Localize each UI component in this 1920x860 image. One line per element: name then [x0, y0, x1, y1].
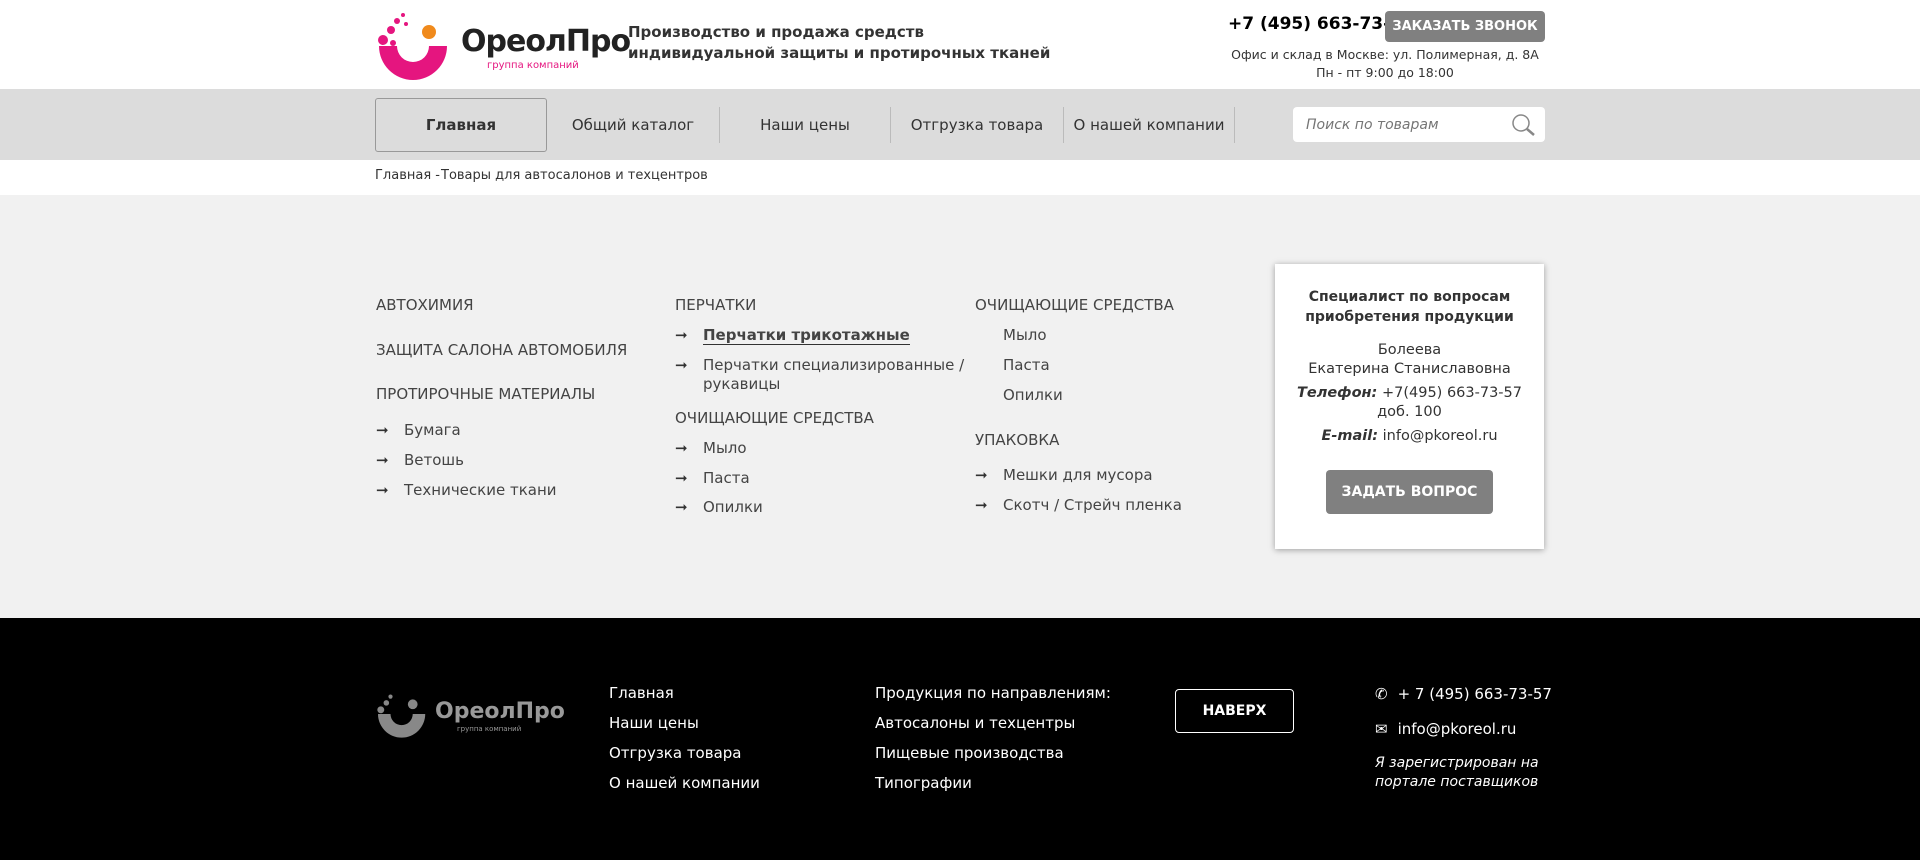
nav-item-catalog[interactable]: Общий каталог	[548, 98, 718, 152]
search-box[interactable]	[1293, 107, 1545, 142]
subcategory-item[interactable]: Опилки	[1003, 386, 1063, 404]
nav-divider	[1234, 107, 1235, 143]
subcategory-item[interactable]: Мыло	[1003, 326, 1047, 344]
footer-heading: Продукция по направлениям:	[875, 684, 1111, 702]
footer-link[interactable]: Типографии	[875, 774, 972, 792]
subcategory-item[interactable]: ➞ Мешки для мусора	[975, 466, 1153, 484]
nav-item-shipping[interactable]: Отгрузка товара	[891, 98, 1063, 152]
arrow-right-icon: ➞	[675, 469, 688, 487]
category-packaging[interactable]: УПАКОВКА	[975, 431, 1059, 449]
breadcrumb-home[interactable]: Главная -	[375, 168, 440, 183]
phone-icon: ✆	[1375, 685, 1388, 703]
category-cleaning[interactable]: ОЧИЩАЮЩИЕ СРЕДСТВА	[675, 409, 874, 427]
logo-mark-icon	[378, 13, 447, 80]
specialist-name: Болеева Екатерина Станиславовна	[1308, 342, 1511, 377]
tagline: Производство и продажа средств индивидуал…	[628, 23, 1051, 62]
office-address: Офис и склад в Москве: ул. Полимерная, д…	[1231, 47, 1539, 80]
category-autochemistry[interactable]: АВТОХИМИЯ	[376, 296, 474, 314]
order-call-button[interactable]: ЗАКАЗАТЬ ЗВОНОК	[1385, 11, 1545, 42]
nav-item-prices[interactable]: Наши цены	[720, 98, 890, 152]
footer-logo-mark-icon	[377, 694, 426, 738]
logo-text: ОреолПро	[461, 24, 631, 59]
subcategory-item[interactable]: ➞ Ветошь	[376, 451, 464, 469]
category-wiping[interactable]: ПРОТИРОЧНЫЕ МАТЕРИАЛЫ	[376, 385, 595, 403]
specialist-phone: Телефон: +7(495) 663-73-57 доб. 100	[1297, 385, 1522, 420]
footer-email[interactable]: ✉ info@pkoreol.ru	[1375, 720, 1516, 738]
footer-link[interactable]: Автосалоны и техцентры	[875, 714, 1075, 732]
arrow-right-icon: ➞	[975, 496, 988, 514]
specialist-email: E-mail: info@pkoreol.ru	[1321, 428, 1498, 444]
breadcrumb	[0, 160, 1920, 195]
specialist-title: Специалист по вопросам приобретения проду…	[1305, 289, 1514, 325]
category-car-interior[interactable]: ЗАЩИТА САЛОНА АВТОМОБИЛЯ	[376, 341, 627, 359]
search-input[interactable]	[1306, 116, 1506, 133]
subcategory-item[interactable]: ➞ Мыло	[675, 439, 747, 457]
breadcrumb-current: Товары для автосалонов и техцентров	[441, 168, 708, 183]
footer-link[interactable]: Отгрузка товара	[609, 744, 741, 762]
subcategory-item-active[interactable]: ➞ Перчатки трикотажные	[675, 326, 910, 345]
logo[interactable]: ОреолПро группа компаний	[375, 10, 631, 82]
supplier-portal-note[interactable]: Я зарегистрирован на портале поставщиков	[1375, 754, 1539, 792]
logo-subtext: группа компаний	[487, 60, 579, 71]
nav-item-about[interactable]: О нашей компании	[1064, 98, 1234, 152]
catalog-section	[0, 195, 1920, 618]
subcategory-item[interactable]: ➞ Бумага	[376, 421, 461, 439]
subcategory-item[interactable]: ➞ Опилки	[675, 498, 763, 516]
search-icon[interactable]	[1511, 113, 1537, 137]
category-cleaning[interactable]: ОЧИЩАЮЩИЕ СРЕДСТВА	[975, 296, 1174, 314]
arrow-right-icon: ➞	[376, 481, 389, 499]
arrow-right-icon: ➞	[675, 439, 688, 457]
arrow-right-icon: ➞	[675, 356, 688, 374]
ask-question-button[interactable]: ЗАДАТЬ ВОПРОС	[1326, 470, 1493, 514]
back-to-top-button[interactable]: НАВЕРХ	[1175, 689, 1294, 733]
arrow-right-icon: ➞	[675, 498, 688, 516]
subcategory-item[interactable]: Паста	[1003, 356, 1050, 374]
subcategory-item[interactable]: ➞ Паста	[675, 469, 750, 487]
arrow-right-icon: ➞	[376, 421, 389, 439]
nav-item-home[interactable]: Главная	[375, 98, 547, 152]
footer-logo[interactable]: ОреолПро группа компаний	[375, 689, 565, 739]
footer-link[interactable]: Пищевые производства	[875, 744, 1064, 762]
specialist-card: Специалист по вопросам приобретения проду…	[1275, 264, 1544, 549]
footer-link[interactable]: Главная	[609, 684, 674, 702]
arrow-right-icon: ➞	[975, 466, 988, 484]
arrow-right-icon: ➞	[376, 451, 389, 469]
subcategory-item[interactable]: ➞ Технические ткани	[376, 481, 557, 499]
mail-icon: ✉	[1375, 720, 1388, 738]
footer-link[interactable]: О нашей компании	[609, 774, 760, 792]
footer	[0, 618, 1920, 860]
arrow-right-icon: ➞	[675, 326, 688, 344]
footer-link[interactable]: Наши цены	[609, 714, 699, 732]
subcategory-item[interactable]: ➞ Скотч / Стрейч пленка	[975, 496, 1182, 514]
subcategory-item[interactable]: ➞ Перчатки специализированные / рукавицы	[675, 356, 964, 394]
category-gloves[interactable]: ПЕРЧАТКИ	[675, 296, 756, 314]
footer-phone[interactable]: ✆ + 7 (495) 663-73-57	[1375, 685, 1552, 703]
